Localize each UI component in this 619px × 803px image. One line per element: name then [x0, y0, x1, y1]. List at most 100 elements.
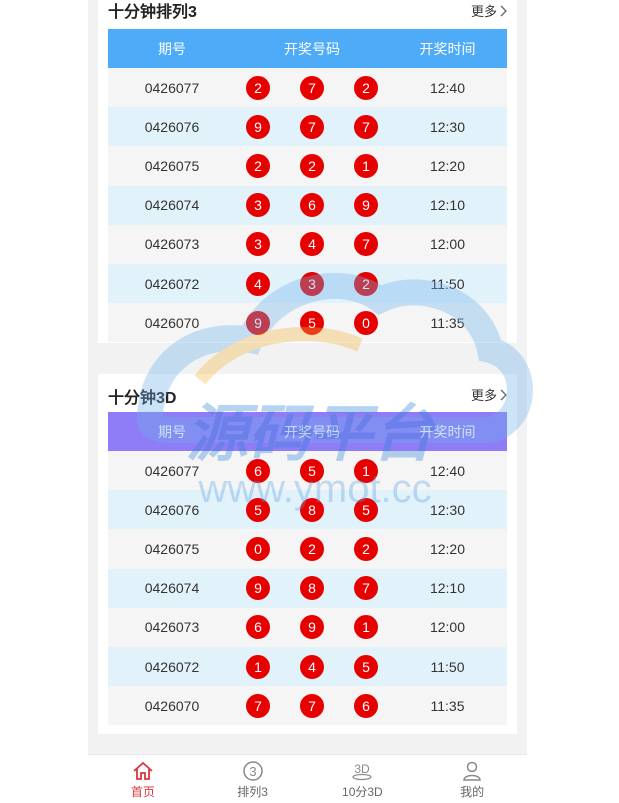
draw-numbers: 0 2 2	[236, 536, 388, 561]
table-row: 0426077 2 7 2 12:40	[108, 68, 507, 108]
number-ball: 0	[246, 536, 270, 561]
tab-label: 排列3	[237, 785, 268, 799]
number-ball: 3	[246, 232, 270, 257]
issue-number: 0426072	[144, 658, 200, 675]
number-ball: 7	[300, 693, 324, 718]
number-ball: 9	[246, 114, 270, 139]
draw-numbers: 3 6 9	[236, 193, 388, 218]
issue-number: 0426076	[144, 501, 200, 518]
issue-number: 0426077	[144, 79, 200, 96]
circle-three-icon: 3	[242, 761, 263, 781]
number-ball: 2	[300, 153, 324, 178]
number-ball: 5	[354, 497, 378, 522]
draw-time: 12:00	[429, 619, 466, 636]
page-background: 十分钟排列3 更多 期号 开奖号码 开奖时间 0426077 2 7 2 12:40 04…	[88, 0, 527, 802]
home-icon	[133, 761, 153, 780]
number-ball: 9	[300, 615, 324, 640]
number-ball: 9	[246, 576, 270, 601]
issue-number: 0426075	[144, 540, 200, 557]
draw-time: 12:10	[429, 580, 466, 597]
table-row: 0426072 4 3 2 11:50	[108, 263, 507, 304]
number-ball: 9	[246, 310, 270, 335]
number-ball: 2	[246, 153, 270, 178]
3d-icon: 3D	[352, 762, 372, 781]
number-ball: 2	[354, 75, 378, 100]
column-numbers: 开奖号码	[284, 423, 340, 440]
draw-numbers: 1 4 5	[236, 654, 388, 679]
3d-table-header: 期号 开奖号码 开奖时间	[108, 412, 507, 451]
column-issue: 期号	[158, 40, 186, 57]
issue-number: 0426077	[144, 462, 200, 479]
table-row: 0426077 6 5 1 12:40	[108, 451, 507, 491]
number-ball: 2	[354, 271, 378, 296]
draw-time: 12:30	[429, 501, 466, 518]
number-ball: 6	[300, 193, 324, 218]
3d-title: 十分钟3D	[108, 390, 177, 407]
user-icon	[463, 761, 481, 781]
number-ball: 6	[246, 615, 270, 640]
number-ball: 6	[246, 458, 270, 483]
bottom-tab-bar: 首页 3 排列3 3D 10分3D 我的	[88, 754, 527, 803]
tab-label: 10分3D	[342, 785, 383, 799]
number-ball: 7	[300, 75, 324, 100]
number-ball: 7	[300, 114, 324, 139]
table-row: 0426075 0 2 2 12:20	[108, 529, 507, 569]
number-ball: 7	[354, 114, 378, 139]
svg-text:3D: 3D	[355, 762, 371, 776]
number-ball: 3	[246, 193, 270, 218]
pailie3-title: 十分钟排列3	[108, 4, 197, 21]
draw-time: 11:35	[430, 697, 465, 714]
tab-10min-3d[interactable]: 3D 10分3D	[308, 755, 418, 803]
issue-number: 0426070	[144, 314, 200, 331]
draw-time: 11:35	[430, 314, 465, 331]
number-ball: 9	[354, 193, 378, 218]
column-numbers: 开奖号码	[284, 40, 340, 57]
more-label: 更多	[470, 4, 497, 19]
issue-number: 0426073	[144, 619, 200, 636]
tab-label: 首页	[130, 785, 155, 799]
pailie3-table-header: 期号 开奖号码 开奖时间	[108, 29, 507, 68]
draw-time: 12:20	[429, 540, 466, 557]
tab-label: 我的	[460, 785, 485, 799]
tab-pailie3[interactable]: 3 排列3	[198, 755, 308, 803]
number-ball: 7	[354, 576, 378, 601]
table-row: 0426070 9 5 0 11:35	[108, 303, 507, 343]
number-ball: 8	[300, 497, 324, 522]
chevron-right-icon	[500, 389, 507, 400]
draw-numbers: 3 4 7	[236, 232, 388, 257]
number-ball: 0	[354, 310, 378, 335]
chevron-right-icon	[500, 5, 507, 16]
issue-number: 0426075	[144, 157, 200, 174]
tab-home[interactable]: 首页	[88, 755, 198, 803]
number-ball: 5	[300, 458, 324, 483]
tab-mine[interactable]: 我的	[417, 755, 527, 803]
pailie3-card: 十分钟排列3 更多 期号 开奖号码 开奖时间 0426077 2 7 2 12:40 04…	[98, 0, 517, 343]
table-row: 0426072 1 4 5 11:50	[108, 646, 507, 687]
pailie3-more-link[interactable]: 更多	[471, 1, 507, 20]
number-ball: 1	[354, 615, 378, 640]
draw-time: 12:00	[429, 236, 466, 253]
table-row: 0426076 5 8 5 12:30	[108, 490, 507, 530]
3d-card: 十分钟3D 更多 期号 开奖号码 开奖时间 0426077 6 5 1 12:40 042…	[98, 374, 517, 734]
draw-time: 12:40	[429, 462, 466, 479]
number-ball: 3	[300, 271, 324, 296]
draw-time: 12:20	[429, 157, 466, 174]
table-row: 0426074 9 8 7 12:10	[108, 568, 507, 608]
column-time: 开奖时间	[419, 423, 476, 440]
draw-numbers: 9 7 7	[236, 114, 388, 139]
issue-number: 0426076	[144, 118, 200, 135]
issue-number: 0426070	[144, 697, 200, 714]
3d-more-link[interactable]: 更多	[471, 385, 507, 404]
draw-time: 11:50	[430, 275, 465, 292]
draw-time: 12:40	[429, 79, 466, 96]
number-ball: 4	[300, 654, 324, 679]
table-row: 0426073 3 4 7 12:00	[108, 224, 507, 264]
table-row: 0426075 2 2 1 12:20	[108, 146, 507, 186]
issue-number: 0426074	[144, 580, 200, 597]
issue-number: 0426073	[144, 236, 200, 253]
draw-time: 12:10	[429, 197, 466, 214]
number-ball: 5	[354, 654, 378, 679]
number-ball: 2	[246, 75, 270, 100]
draw-numbers: 9 8 7	[236, 576, 388, 601]
number-ball: 8	[300, 576, 324, 601]
